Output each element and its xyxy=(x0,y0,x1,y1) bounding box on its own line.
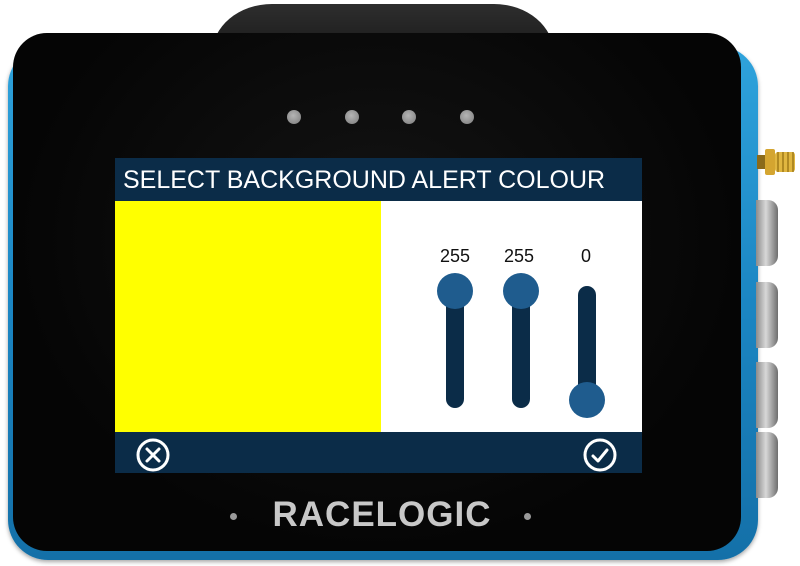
sensor-dot xyxy=(287,110,301,124)
screen-title: SELECT BACKGROUND ALERT COLOUR xyxy=(115,158,642,201)
red-value-label: 255 xyxy=(439,246,471,266)
brand-logo: RACELOGIC xyxy=(272,495,492,534)
red-slider-handle[interactable] xyxy=(437,273,473,309)
side-button-4[interactable] xyxy=(756,432,778,498)
close-circle-icon[interactable] xyxy=(135,437,171,473)
blue-slider-handle[interactable] xyxy=(569,382,605,418)
brand-dot xyxy=(524,513,531,520)
blue-value-label: 0 xyxy=(580,246,591,266)
side-button-1[interactable] xyxy=(756,200,778,266)
sensor-dot xyxy=(460,110,474,124)
brand-dot xyxy=(230,513,237,520)
color-preview-swatch xyxy=(115,201,381,432)
bottom-action-bar xyxy=(115,432,642,473)
sensor-dot xyxy=(345,110,359,124)
green-value-label: 255 xyxy=(503,246,535,266)
antenna-connector-icon xyxy=(757,149,795,175)
side-button-3[interactable] xyxy=(756,362,778,428)
blue-slider[interactable] xyxy=(569,286,605,418)
green-slider[interactable] xyxy=(503,273,539,408)
green-slider-handle[interactable] xyxy=(503,273,539,309)
side-button-2[interactable] xyxy=(756,282,778,348)
sensor-dot xyxy=(402,110,416,124)
red-slider[interactable] xyxy=(437,273,473,408)
lcd-screen: SELECT BACKGROUND ALERT COLOUR 255 255 0 xyxy=(115,158,642,473)
check-circle-icon[interactable] xyxy=(582,437,618,473)
